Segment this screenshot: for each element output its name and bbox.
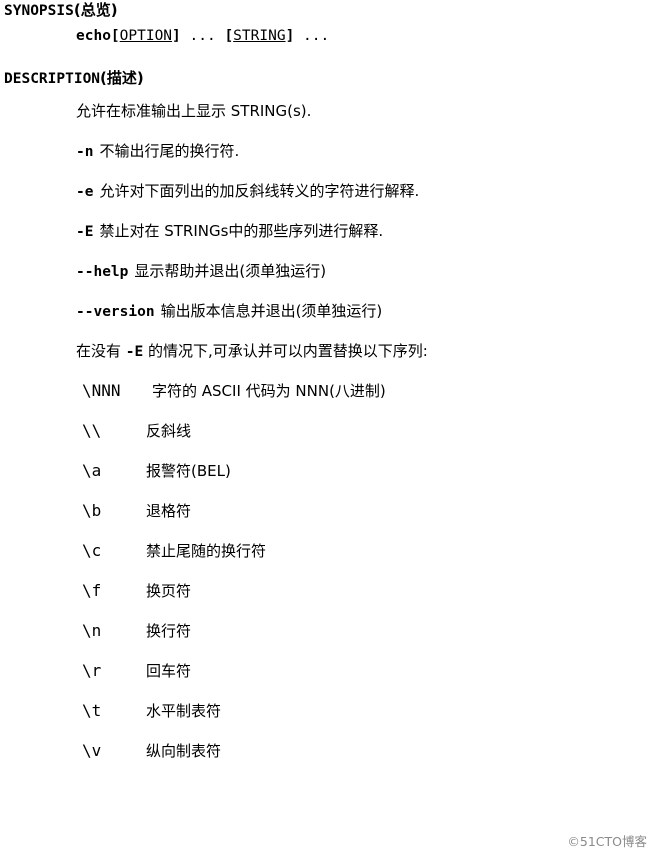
escape-row: \v 纵向制表符: [0, 740, 655, 761]
option-row: -e 允许对下面列出的加反斜线转义的字符进行解释.: [0, 180, 655, 201]
escape-token: \f: [82, 581, 102, 600]
escape-token: \r: [82, 661, 102, 680]
synopsis-string-bracket-close: ]: [285, 27, 295, 44]
synopsis-heading-cjk: (总览): [73, 1, 118, 19]
escape-row: \t 水平制表符: [0, 700, 655, 721]
escape-row: \\ 反斜线: [0, 420, 655, 441]
escape-text: 水平制表符: [146, 702, 222, 720]
option-text: 禁止对在 STRINGs中的那些序列进行解释.: [99, 222, 384, 240]
section-heading-description: DESCRIPTION(描述): [0, 68, 655, 87]
option-flag: --help: [76, 264, 129, 280]
escape-text: 换行符: [146, 622, 192, 640]
synopsis-option-bracket-open: [: [110, 27, 120, 44]
escape-row: \c 禁止尾随的换行符: [0, 540, 655, 561]
option-row: -E 禁止对在 STRINGs中的那些序列进行解释.: [0, 220, 655, 241]
synopsis-option-bracket-close: ]: [172, 27, 181, 44]
escape-token: \c: [82, 541, 102, 560]
description-heading-cjk: (描述): [100, 68, 144, 87]
escape-text: 字符的 ASCII 代码为 NNN(八进制): [152, 382, 386, 400]
synopsis-string-bracket-open: [: [224, 27, 234, 44]
option-row: --version 输出版本信息并退出(须单独运行): [0, 300, 655, 321]
escape-row: \r 回车符: [0, 660, 655, 681]
escape-text: 退格符: [146, 502, 192, 520]
synopsis-option: OPTION: [119, 27, 173, 44]
escape-intro-flag: -E: [125, 344, 144, 360]
escape-row: \n 换行符: [0, 620, 655, 641]
synopsis-ellipsis-2: ...: [294, 27, 330, 44]
man-page-document: SYNOPSIS(总览) echo[OPTION] ... [STRING] .…: [0, 0, 655, 856]
option-flag: --version: [76, 304, 155, 320]
synopsis-string: STRING: [233, 27, 286, 44]
option-text: 不输出行尾的换行符.: [99, 142, 240, 160]
escape-token: \v: [82, 741, 102, 760]
synopsis-ellipsis-1: ...: [180, 27, 225, 44]
option-text: 允许对下面列出的加反斜线转义的字符进行解释.: [99, 182, 420, 200]
option-flag: -E: [76, 224, 94, 240]
escape-row: \a 报警符(BEL): [0, 460, 655, 481]
option-row: --help 显示帮助并退出(须单独运行): [0, 260, 655, 281]
escape-token: \b: [82, 501, 102, 520]
escape-text: 回车符: [146, 662, 192, 680]
escape-text: 纵向制表符: [146, 742, 222, 760]
option-row: -n 不输出行尾的换行符.: [0, 140, 655, 161]
escape-text: 报警符(BEL): [146, 462, 231, 480]
section-heading-synopsis: SYNOPSIS(总览): [0, 0, 655, 19]
escape-row: \NNN 字符的 ASCII 代码为 NNN(八进制): [0, 380, 655, 401]
escape-token: \t: [82, 701, 102, 720]
escape-text: 换页符: [146, 582, 192, 600]
option-flag: -e: [76, 184, 94, 200]
option-text: 输出版本信息并退出(须单独运行): [160, 302, 383, 320]
option-text: 显示帮助并退出(须单独运行): [134, 262, 327, 280]
escape-token: \a: [82, 461, 102, 480]
watermark: ©51CTO博客: [567, 834, 647, 849]
synopsis-command: echo: [76, 27, 111, 44]
escape-sequences-intro: 在没有 -E 的情况下,可承认并可以内置替换以下序列:: [76, 342, 428, 360]
escape-row: \b 退格符: [0, 500, 655, 521]
escape-token: \n: [82, 621, 102, 640]
escape-token: \\: [82, 421, 102, 440]
escape-text: 禁止尾随的换行符: [146, 542, 267, 560]
synopsis-usage-line: echo[OPTION] ... [STRING] ...: [0, 28, 655, 44]
escape-text: 反斜线: [146, 422, 192, 440]
escape-row: \f 换页符: [0, 580, 655, 601]
description-intro: 允许在标准输出上显示 STRING(s).: [76, 102, 312, 120]
description-heading-en: DESCRIPTION: [4, 70, 101, 87]
escape-token: \NNN: [82, 381, 121, 400]
option-flag: -n: [76, 144, 94, 160]
synopsis-heading-en: SYNOPSIS: [4, 3, 74, 19]
